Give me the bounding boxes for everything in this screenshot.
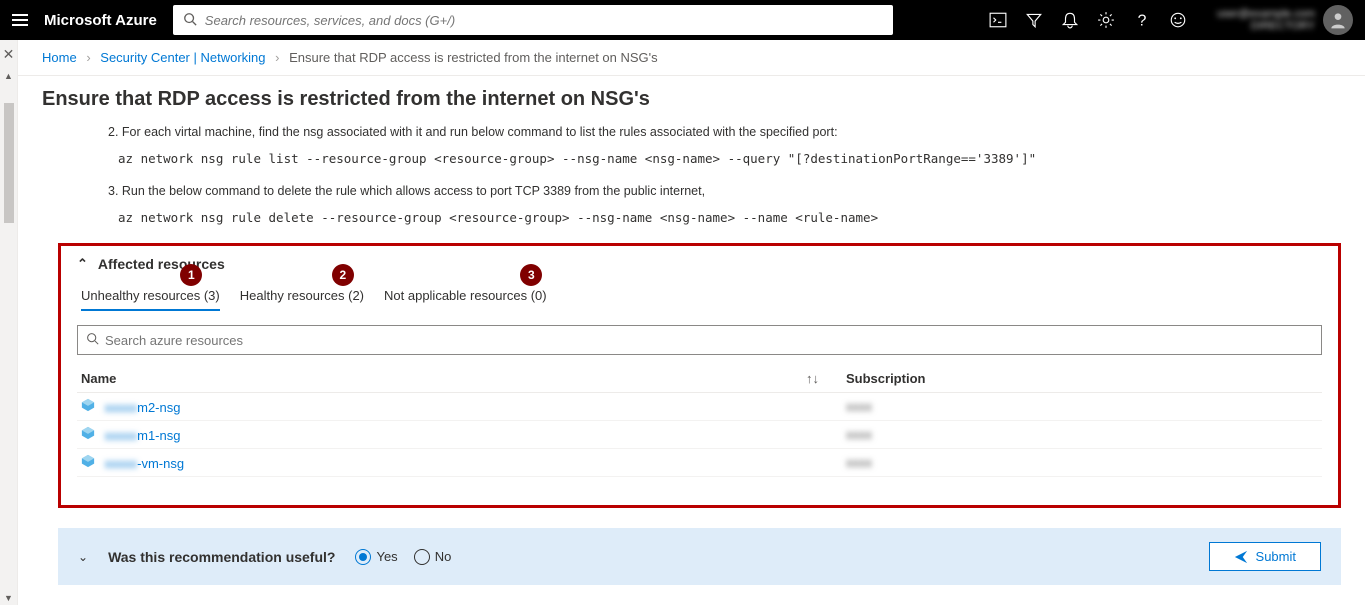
account-label: user@example.com DIRECTORY bbox=[1217, 8, 1315, 32]
scroll-gutter: ✕ ▲ ▼ bbox=[0, 40, 18, 605]
nsg-icon bbox=[81, 456, 95, 471]
feedback-bar: ⌄ Was this recommendation useful? Yes No… bbox=[58, 528, 1341, 585]
step-2-text: 2. For each virtal machine, find the nsg… bbox=[108, 125, 1305, 139]
search-icon bbox=[183, 12, 197, 29]
marker-3-icon: 3 bbox=[520, 264, 542, 286]
table-header: Name ↑↓ Subscription bbox=[77, 365, 1322, 393]
scroll-down-icon[interactable]: ▼ bbox=[4, 591, 13, 605]
sort-icon[interactable]: ↑↓ bbox=[806, 371, 836, 386]
settings-icon[interactable] bbox=[1097, 11, 1115, 29]
resource-tabs: Unhealthy resources (3) 1 Healthy resour… bbox=[81, 288, 1322, 311]
subscription-cell: xxxx bbox=[836, 399, 1318, 414]
cloud-shell-icon[interactable] bbox=[989, 11, 1007, 29]
step-3-text: 3. Run the below command to delete the r… bbox=[108, 184, 1305, 198]
topbar: Microsoft Azure ? user@example.com DIREC… bbox=[0, 0, 1365, 40]
help-icon[interactable]: ? bbox=[1133, 11, 1151, 29]
resources-table: Name ↑↓ Subscription xxxxxm2-nsg xxxx x bbox=[77, 365, 1322, 477]
chevron-right-icon: › bbox=[86, 50, 90, 65]
marker-2-icon: 2 bbox=[332, 264, 354, 286]
resource-search[interactable] bbox=[77, 325, 1322, 355]
filter-icon[interactable] bbox=[1025, 11, 1043, 29]
radio-no[interactable]: No bbox=[414, 549, 452, 565]
affected-resources-header[interactable]: ⌃ Affected resources bbox=[77, 256, 1322, 272]
send-icon bbox=[1234, 550, 1248, 564]
resource-search-input[interactable] bbox=[105, 333, 1313, 348]
marker-1-icon: 1 bbox=[180, 264, 202, 286]
page-title: Ensure that RDP access is restricted fro… bbox=[18, 76, 1365, 119]
feedback-radio-group: Yes No bbox=[355, 549, 451, 565]
chevron-right-icon: › bbox=[275, 50, 279, 65]
radio-yes[interactable]: Yes bbox=[355, 549, 397, 565]
brand-label: Microsoft Azure bbox=[44, 12, 157, 29]
remediation-steps: 2. For each virtal machine, find the nsg… bbox=[18, 125, 1365, 225]
notifications-icon[interactable] bbox=[1061, 11, 1079, 29]
feedback-question: Was this recommendation useful? bbox=[108, 549, 335, 565]
col-name-header[interactable]: Name bbox=[81, 371, 806, 386]
account-menu[interactable]: user@example.com DIRECTORY bbox=[1205, 5, 1353, 35]
breadcrumb-home[interactable]: Home bbox=[42, 50, 77, 65]
subscription-cell: xxxx bbox=[836, 455, 1318, 470]
affected-resources-title: Affected resources bbox=[98, 256, 225, 272]
nsg-icon bbox=[81, 400, 95, 415]
close-icon[interactable]: ✕ bbox=[3, 40, 15, 69]
menu-icon[interactable] bbox=[12, 14, 28, 26]
command-2: az network nsg rule list --resource-grou… bbox=[118, 151, 1305, 166]
tab-unhealthy[interactable]: Unhealthy resources (3) 1 bbox=[81, 288, 220, 311]
global-search[interactable] bbox=[173, 5, 893, 35]
search-icon bbox=[86, 332, 99, 348]
breadcrumb-security-center[interactable]: Security Center | Networking bbox=[100, 50, 265, 65]
col-subscription-header[interactable]: Subscription bbox=[836, 371, 1318, 386]
submit-button[interactable]: Submit bbox=[1209, 542, 1321, 571]
command-3: az network nsg rule delete --resource-gr… bbox=[118, 210, 1305, 225]
chevron-down-icon[interactable]: ⌄ bbox=[78, 550, 88, 564]
chevron-up-icon: ⌃ bbox=[77, 256, 88, 272]
table-row[interactable]: xxxxxm2-nsg xxxx bbox=[77, 393, 1322, 421]
tab-not-applicable[interactable]: Not applicable resources (0) 3 bbox=[384, 288, 547, 311]
affected-resources-section: ⌃ Affected resources Unhealthy resources… bbox=[58, 243, 1341, 508]
breadcrumb-current: Ensure that RDP access is restricted fro… bbox=[289, 50, 658, 65]
nsg-icon bbox=[81, 428, 95, 443]
feedback-icon[interactable] bbox=[1169, 11, 1187, 29]
subscription-cell: xxxx bbox=[836, 427, 1318, 442]
avatar-icon bbox=[1323, 5, 1353, 35]
tab-healthy[interactable]: Healthy resources (2) 2 bbox=[240, 288, 364, 311]
table-row[interactable]: xxxxxm1-nsg xxxx bbox=[77, 421, 1322, 449]
scrollbar-thumb[interactable] bbox=[4, 103, 14, 223]
scroll-up-icon[interactable]: ▲ bbox=[4, 69, 13, 83]
table-row[interactable]: xxxxx-vm-nsg xxxx bbox=[77, 449, 1322, 477]
search-input[interactable] bbox=[205, 13, 883, 28]
breadcrumb: Home › Security Center | Networking › En… bbox=[18, 40, 1365, 76]
svg-text:?: ? bbox=[1138, 13, 1147, 29]
topbar-actions: ? user@example.com DIRECTORY bbox=[989, 5, 1353, 35]
